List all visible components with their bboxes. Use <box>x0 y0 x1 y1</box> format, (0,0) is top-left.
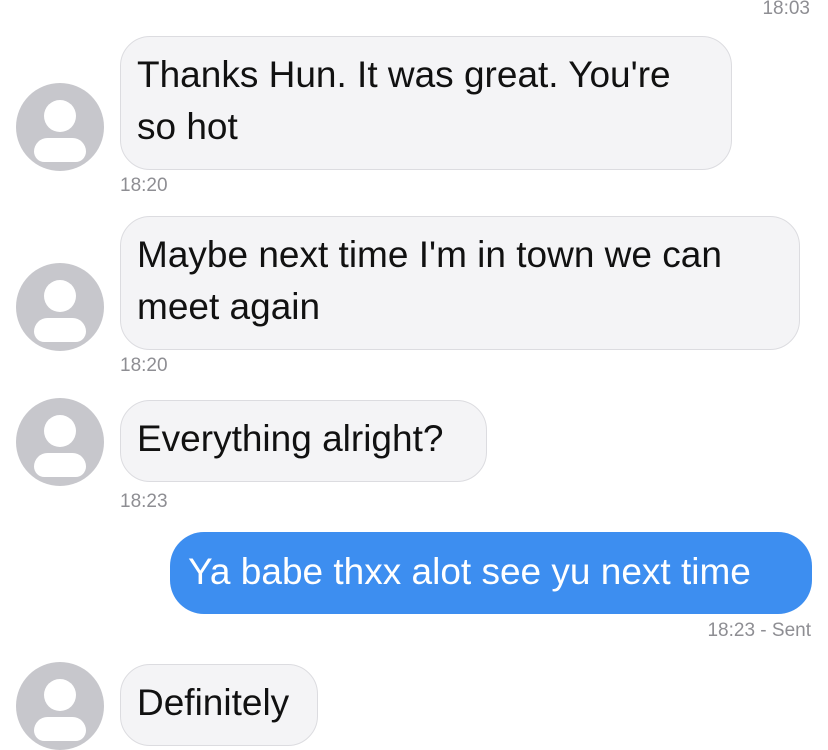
message-timestamp: 18:23 <box>120 491 168 512</box>
message-timestamp: 18:20 <box>120 355 168 376</box>
message-bubble[interactable]: Thanks Hun. It was great. You're so hot <box>120 36 732 170</box>
contact-avatar-icon[interactable] <box>16 398 104 486</box>
message-timestamp: 18:20 <box>120 175 168 196</box>
contact-avatar-icon[interactable] <box>16 662 104 750</box>
contact-avatar-icon[interactable] <box>16 83 104 171</box>
message-sent-status: 18:23 - Sent <box>707 620 811 641</box>
message-bubble[interactable]: Maybe next time I'm in town we can meet … <box>120 216 800 350</box>
status-time: 18:03 <box>762 0 810 19</box>
contact-avatar-icon[interactable] <box>16 263 104 351</box>
message-bubble-sent[interactable]: Ya babe thxx alot see yu next time <box>170 532 812 614</box>
message-bubble[interactable]: Everything alright? <box>120 400 487 482</box>
message-bubble[interactable]: Definitely <box>120 664 318 746</box>
